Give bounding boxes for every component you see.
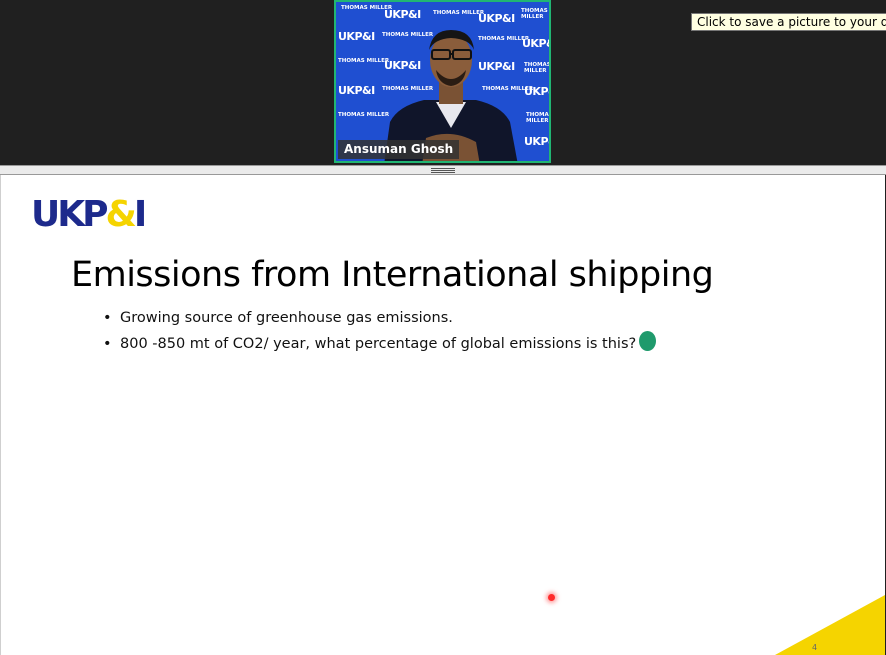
participant-video-tile[interactable]: THOMAS MILLER UKP&I THOMAS MILLER UKP&I … [334,0,551,163]
backdrop-tagline: THOMAS MILLER [433,10,485,16]
backdrop-logo: UKP&I [524,85,549,98]
shared-slide: UKP&I Emissions from International shipp… [0,175,885,655]
backdrop-tagline: THOMAS MILLER [524,62,551,74]
participant-name-label: Ansuman Ghosh [338,140,460,159]
slide-title: Emissions from International shipping [71,255,714,295]
slide-page-number: 4 [812,643,818,652]
list-item: 800 -850 mt of CO2/ year, what percentag… [103,331,657,360]
bullet-list: Growing source of greenhouse gas emissio… [103,308,657,360]
green-circle-icon [639,331,657,351]
laser-pointer-icon [548,594,555,601]
backdrop-logo: UKP&I [338,84,375,97]
corner-accent [775,595,885,655]
backdrop-tagline: THOMAS MILLER [521,8,548,20]
backdrop-logo: UKP&I [524,135,549,148]
backdrop-logo: UKP&I [338,30,375,43]
backdrop-tagline: THOMAS MILLER [526,112,551,124]
save-picture-tooltip: Click to save a picture to your desktop [691,13,886,31]
ukpi-logo: UKP&I [31,194,147,235]
backdrop-logo: UKP&I [522,37,549,50]
panel-splitter[interactable] [0,165,886,175]
drag-handle-icon[interactable] [431,168,455,173]
list-item: Growing source of greenhouse gas emissio… [103,308,656,334]
